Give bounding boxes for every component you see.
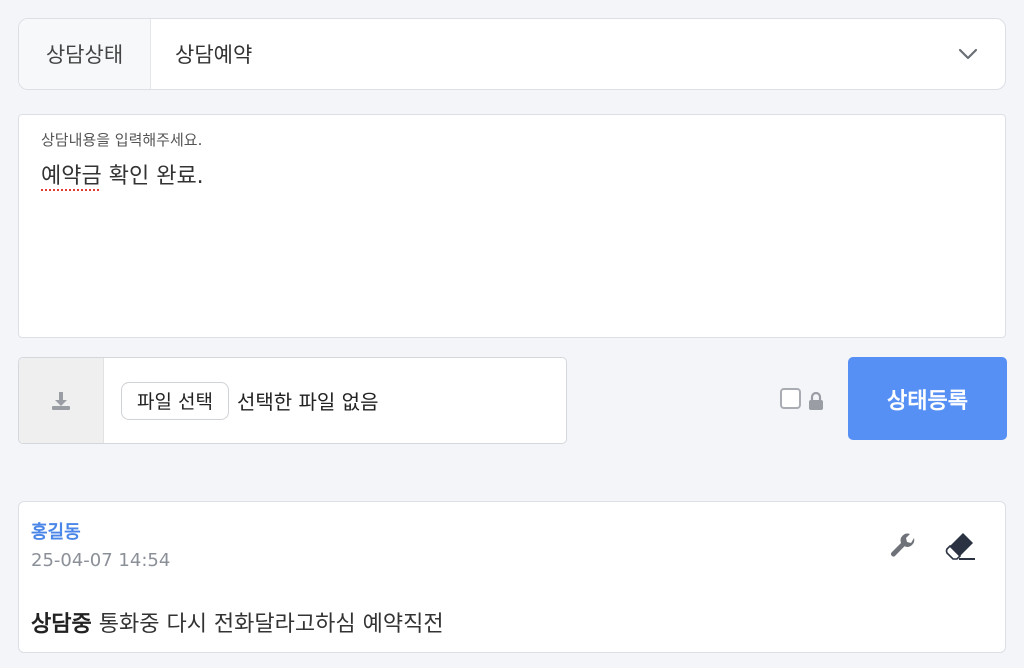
history-datetime: 25-04-07 14:54: [31, 550, 171, 571]
memo-value-first-word: 예약금: [41, 164, 102, 189]
history-status: 상담중: [31, 612, 92, 637]
no-file-text: 선택한 파일 없음: [236, 390, 379, 414]
status-select[interactable]: 상담예약: [151, 19, 1005, 89]
file-inner: 파일 선택 선택한 파일 없음: [104, 358, 566, 443]
lock-icon: [809, 391, 823, 410]
choose-file-button[interactable]: 파일 선택: [121, 381, 229, 420]
memo-value: 예약금 확인 완료.: [41, 158, 983, 190]
chevron-down-icon: [958, 48, 978, 60]
file-icon-cell: [19, 358, 104, 443]
consult-form: 상담상태 상담예약 상담내용을 입력해주세요. 예약금 확인 완료. 파일 선택…: [0, 0, 1024, 668]
secret-checkbox[interactable]: [780, 388, 801, 409]
eraser-icon[interactable]: [943, 530, 977, 562]
history-author[interactable]: 홍길동: [31, 518, 81, 544]
history-content-line: 상담중 통화중 다시 전화달라고하심 예약직전: [31, 606, 444, 638]
status-row: 상담상태 상담예약: [18, 18, 1006, 90]
status-select-value: 상담예약: [175, 43, 253, 67]
wrench-icon[interactable]: [887, 530, 919, 562]
memo-value-rest: 확인 완료.: [101, 164, 204, 189]
file-input: 파일 선택 선택한 파일 없음: [18, 357, 567, 444]
memo-placeholder: 상담내용을 입력해주세요.: [41, 131, 203, 149]
history-card: 홍길동 25-04-07 14:54 상담중 통화중 다시 전화달라고하심 예약…: [18, 501, 1006, 653]
history-content: 통화중 다시 전화달라고하심 예약직전: [98, 612, 444, 637]
status-label: 상담상태: [19, 19, 151, 89]
memo-textarea[interactable]: 상담내용을 입력해주세요. 예약금 확인 완료.: [18, 114, 1006, 338]
download-icon: [52, 391, 70, 410]
submit-status-button[interactable]: 상태등록: [848, 357, 1007, 440]
